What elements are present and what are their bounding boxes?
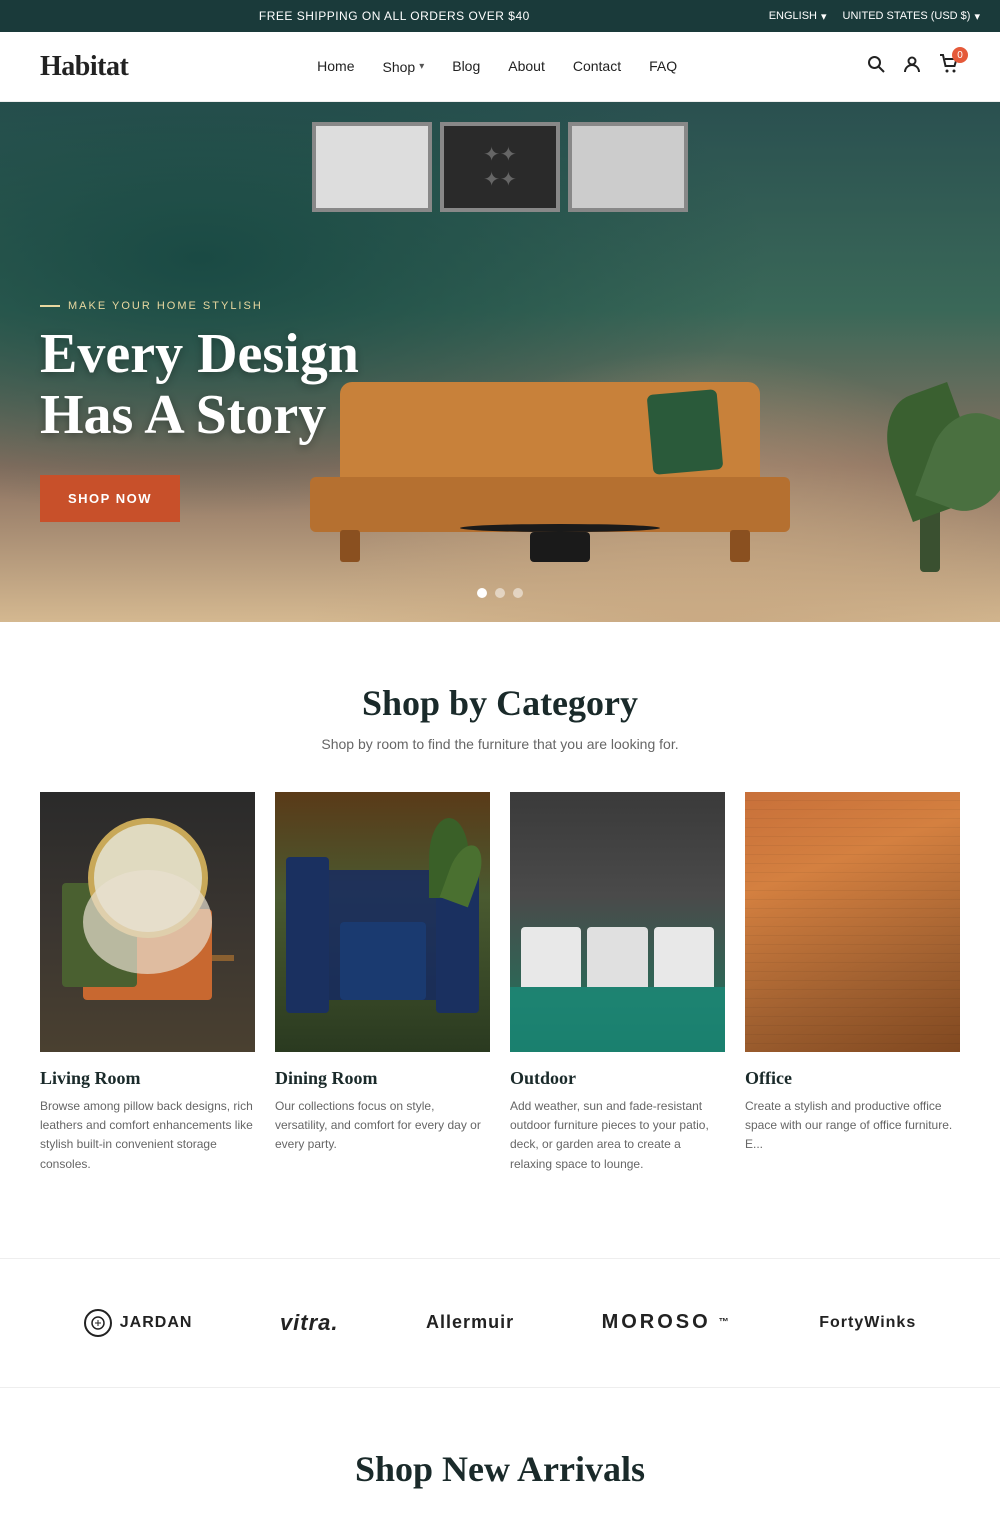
category-section-subtitle: Shop by room to find the furniture that … [40,736,960,752]
outdoor-image [510,792,725,1052]
nav-item-shop[interactable]: Shop ▾ [383,59,425,75]
category-card-outdoor[interactable]: Outdoor Add weather, sun and fade-resist… [510,792,745,1198]
hero-title: Every Design Has A Story [40,324,460,447]
currency-selector[interactable]: UNITED STATES (USD $) ▾ [843,10,980,23]
nav-item-contact[interactable]: Contact [573,58,621,76]
dropdown-arrow-icon: ▾ [974,10,980,23]
carousel-dot-3[interactable] [513,588,523,598]
account-icon[interactable] [902,54,922,79]
site-logo[interactable]: Habitat [40,51,128,83]
category-image-living-room [40,792,255,1052]
dining-room-image [275,792,490,1052]
living-room-image [40,792,255,1052]
new-arrivals-section: Shop New Arrivals [0,1388,1000,1522]
top-bar: FREE SHIPPING ON ALL ORDERS OVER $40 ENG… [0,0,1000,32]
category-name-outdoor: Outdoor [510,1068,725,1089]
new-arrivals-title: Shop New Arrivals [40,1448,960,1490]
brand-jardan[interactable]: JARDAN [84,1309,193,1337]
brand-moroso[interactable]: MOROSO™ [602,1311,732,1334]
hero-section: ✦✦✦✦ MAKE YOUR HOME STYLISH Every Design… [0,102,1000,622]
category-desc-office: Create a stylish and productive office s… [745,1097,960,1155]
shop-by-category-section: Shop by Category Shop by room to find th… [0,622,1000,1258]
category-name-living-room: Living Room [40,1068,255,1089]
category-name-office: Office [745,1068,960,1089]
carousel-dot-1[interactable] [477,588,487,598]
announcement-text: FREE SHIPPING ON ALL ORDERS OVER $40 [20,9,769,23]
nav-item-faq[interactable]: FAQ [649,58,677,76]
category-image-dining-room [275,792,490,1052]
category-image-office [745,792,960,1052]
brand-vitra[interactable]: vitra. [280,1310,339,1336]
carousel-dot-2[interactable] [495,588,505,598]
jardan-icon [84,1309,112,1337]
site-header: Habitat Home Shop ▾ Blog About Contact F… [0,32,1000,102]
hero-eyebrow: MAKE YOUR HOME STYLISH [40,300,460,312]
brands-row: JARDAN vitra. Allermuir MOROSO™ FortyWin… [40,1309,960,1337]
category-section-title: Shop by Category [40,682,960,724]
hero-carousel-dots [477,588,523,598]
nav-item-home[interactable]: Home [317,58,354,76]
category-card-office[interactable]: Office Create a stylish and productive o… [745,792,960,1198]
language-selector[interactable]: ENGLISH ▾ [769,10,827,23]
hero-content: MAKE YOUR HOME STYLISH Every Design Has … [40,300,460,522]
nav-item-blog[interactable]: Blog [452,58,480,76]
category-name-dining-room: Dining Room [275,1068,490,1089]
trademark-symbol: ™ [719,1317,732,1328]
category-desc-dining-room: Our collections focus on style, versatil… [275,1097,490,1155]
search-icon[interactable] [866,54,886,79]
office-image [745,792,960,1052]
cart-icon[interactable]: 0 [938,53,960,80]
category-desc-outdoor: Add weather, sun and fade-resistant outd… [510,1097,725,1174]
cart-count: 0 [952,47,968,63]
brands-section: JARDAN vitra. Allermuir MOROSO™ FortyWin… [0,1258,1000,1388]
category-grid: Living Room Browse among pillow back des… [40,792,960,1198]
dropdown-arrow-icon: ▾ [821,10,827,23]
category-card-dining-room[interactable]: Dining Room Our collections focus on sty… [275,792,510,1198]
brand-fortywinks[interactable]: FortyWinks [819,1314,916,1332]
category-image-outdoor [510,792,725,1052]
nav-item-about[interactable]: About [508,58,545,76]
main-nav: Home Shop ▾ Blog About Contact FAQ [317,58,677,76]
shop-now-button[interactable]: SHOP NOW [40,475,180,522]
header-icons: 0 [866,53,960,80]
brand-allermuir[interactable]: Allermuir [426,1312,514,1333]
chevron-down-icon: ▾ [419,61,424,72]
category-card-living-room[interactable]: Living Room Browse among pillow back des… [40,792,275,1198]
category-desc-living-room: Browse among pillow back designs, rich l… [40,1097,255,1174]
